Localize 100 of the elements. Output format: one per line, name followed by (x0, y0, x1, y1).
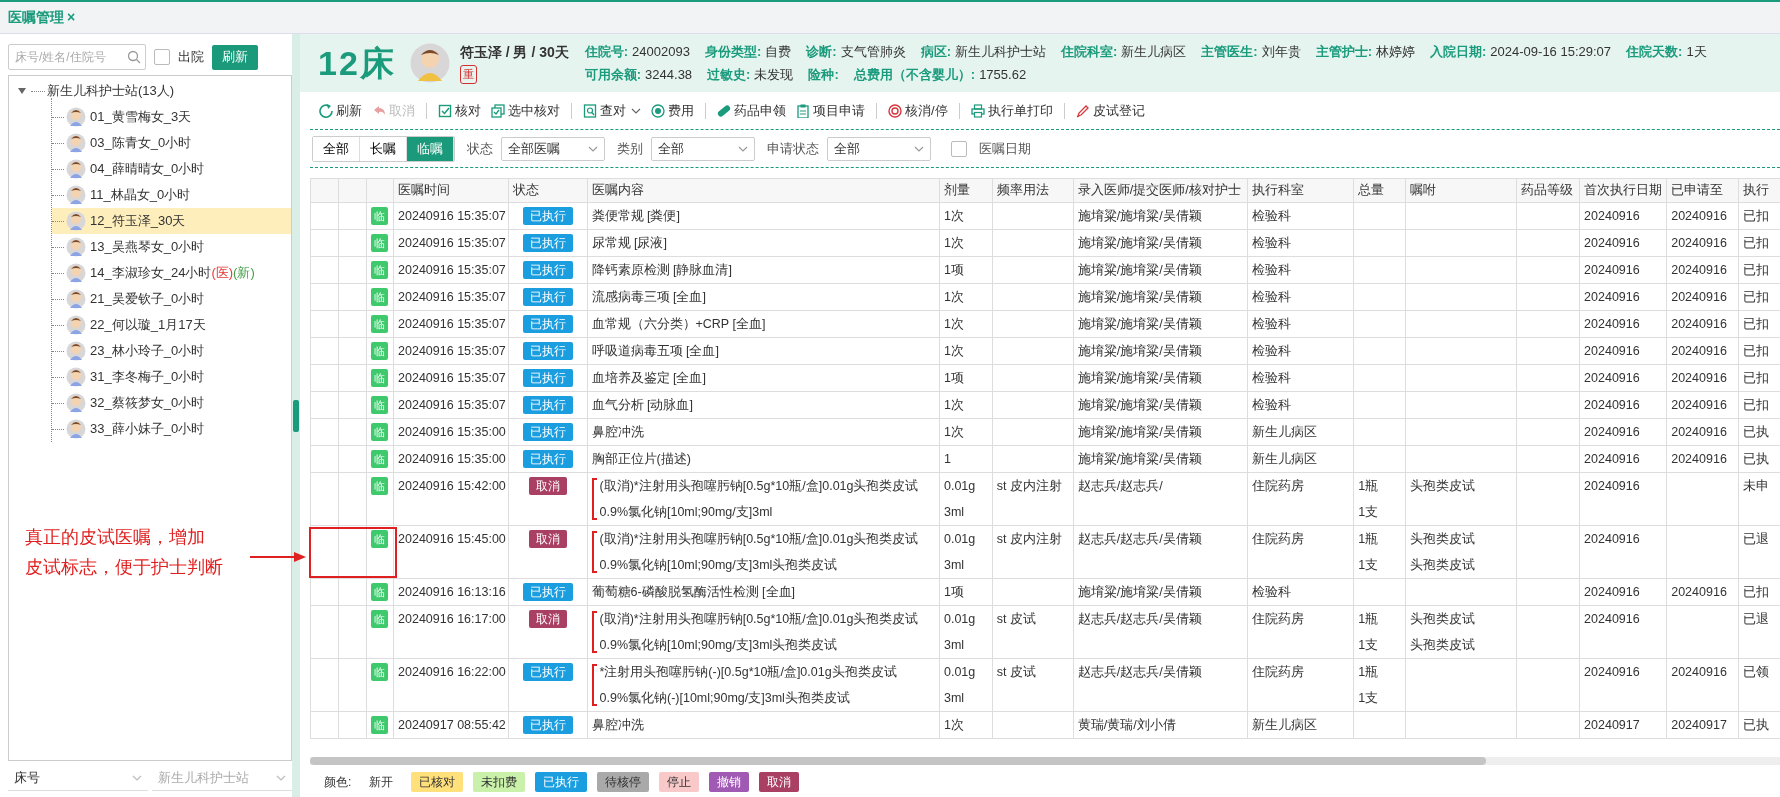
avatar-icon (409, 43, 450, 83)
filter-select[interactable]: 全部 (651, 136, 755, 161)
tree-item[interactable]: 32_蔡筱梦女_0小时 (52, 390, 291, 416)
table-cell-text: 1次 (944, 343, 965, 360)
table-cell-text: 头孢类皮试 (1409, 478, 1476, 495)
order-type-tag: 临 (370, 315, 388, 333)
toolbar-button[interactable]: 皮试登记 (1070, 100, 1150, 121)
table-cell-text: 20240916 15:35:07 (398, 235, 504, 252)
avatar-icon (66, 341, 86, 361)
toolbar-button[interactable]: 核消/停 (883, 100, 953, 121)
search-field[interactable]: 床号/姓名/住院号 (8, 44, 146, 70)
toolbar-button[interactable]: 项目申请 (791, 100, 870, 121)
filter-tab[interactable]: 临嘱 (407, 136, 454, 161)
select-field[interactable]: 床号 (8, 765, 148, 791)
filter-select[interactable]: 全部 (827, 136, 931, 161)
column-header[interactable]: 频率用法 (992, 178, 1074, 203)
table-cell-text: 已扣 (1743, 289, 1771, 306)
arrow (250, 550, 306, 563)
checkbox[interactable] (154, 49, 170, 65)
toolbar-button[interactable]: 刷新 (314, 100, 367, 121)
toolbar-button[interactable]: 选中核对 (486, 100, 565, 121)
table-cell-text: 20240916 (1671, 584, 1728, 601)
column-header[interactable]: 状态 (508, 178, 587, 203)
field-label: 身份类型: (704, 44, 762, 59)
toolbar-button[interactable]: 核对 (433, 100, 486, 121)
toolbar-button[interactable]: 费用 (646, 100, 699, 121)
legend-item: 已执行 (535, 772, 588, 792)
table-cell-text: 20240916 15:35:07 (398, 262, 504, 279)
table-cell-text: 0.01g (944, 611, 977, 628)
tree-item[interactable]: 23_林小玲子_0小时 (52, 338, 291, 364)
status-tag: 已执行 (522, 234, 573, 252)
tree-item[interactable]: 22_何以璇_1月17天 (52, 312, 291, 338)
order-type-tag: 临 (370, 234, 388, 252)
column-header[interactable]: 医嘱时间 (393, 178, 508, 203)
column-header[interactable]: 药品等级 (1516, 178, 1580, 203)
column-header[interactable]: 录入医师/提交医师/核对护士 (1073, 178, 1248, 203)
table-cell-text: 住院药房 (1251, 478, 1305, 495)
table-cell-text: 20240916 (1584, 370, 1641, 387)
tree-item[interactable]: 12_符玉泽_30天 (52, 208, 291, 234)
table-cell-text: 3ml (944, 557, 966, 574)
status-tag: 已执行 (522, 261, 573, 279)
tree-item[interactable]: 13_吴燕琴女_0小时 (52, 234, 291, 260)
field-value: 新生儿科护士站 (954, 44, 1046, 59)
column-header[interactable]: 剂量 (939, 178, 993, 203)
table-cell-text: 检验科 (1251, 208, 1292, 225)
table-cell-text: 20240916 (1584, 343, 1641, 360)
table-cell-text: 检验科 (1251, 262, 1292, 279)
splitter-handle[interactable] (293, 399, 299, 432)
table-cell-text: 20240916 15:35:07 (398, 208, 504, 225)
status-tag: 已执行 (522, 396, 573, 414)
tree-item[interactable]: 31_李冬梅子_0小时 (52, 364, 291, 390)
filter-tab[interactable]: 全部 (313, 136, 360, 161)
checkbox[interactable] (951, 140, 967, 157)
tree-item[interactable]: 04_薛晴晴女_0小时 (52, 156, 291, 182)
tree-item[interactable]: 01_黄雪梅女_3天 (52, 104, 291, 130)
order-type-tag: 临 (370, 583, 388, 601)
avatar-icon (66, 393, 86, 413)
toolbar-button[interactable]: 执行单打印 (965, 100, 1058, 121)
tree-item[interactable]: 14_李淑珍女_24小时(医)(新) (52, 260, 291, 286)
legend-item: 停止 (659, 772, 700, 792)
tree-item[interactable]: 03_陈青女_0小时 (52, 130, 291, 156)
table-cell-text: 检验科 (1251, 235, 1292, 252)
column-header[interactable]: 首次执行日期 (1579, 178, 1667, 203)
order-text: 粪便常规 [粪便] (591, 208, 680, 225)
horizontal-scrollbar[interactable] (310, 757, 1780, 765)
patient-tag: (医) (211, 263, 234, 283)
column-header[interactable]: 执行 (1738, 178, 1780, 203)
table-cell-text: 20240916 (1584, 664, 1641, 681)
table-cell-text: 1项 (944, 262, 965, 279)
avatar-icon (66, 211, 86, 231)
tree-node-label[interactable]: 新生儿科护士站(13人) (47, 81, 175, 101)
table-cell-text: 20240916 (1584, 584, 1641, 601)
order-text: 呼吸道病毒五项 [全血] (591, 343, 719, 360)
column-header[interactable]: 医嘱内容 (587, 178, 940, 203)
column-header[interactable]: 嘱咐 (1405, 178, 1517, 203)
table-cell-text: st 皮试 (996, 664, 1037, 681)
table-cell-text: 20240916 (1671, 208, 1728, 225)
field-label: 主管医生: (1201, 44, 1258, 59)
order-text: 血常规（六分类）+CRP [全血] (591, 316, 766, 333)
field-value: 1755.62 (979, 66, 1027, 82)
collapse-icon[interactable] (17, 87, 27, 95)
toolbar-button[interactable]: 查对 (578, 100, 646, 121)
table-cell-text: 1瓶 (1358, 531, 1380, 548)
table-cell-text: 施堉粱/施堉粱/吴倩颖 (1077, 289, 1203, 306)
column-header[interactable]: 已申请至 (1666, 178, 1739, 203)
order-type-tag: 临 (370, 663, 388, 681)
column-header[interactable]: 执行科室 (1247, 178, 1354, 203)
order-text: *注射用头孢噻肟钠(-)[0.5g*10瓶/盒]0.01g头孢类皮试 (599, 664, 897, 681)
refresh-button[interactable]: 刷新 (212, 44, 258, 70)
filter-label: 申请状态 (767, 139, 819, 158)
tree-item[interactable]: 11_林晶女_0小时 (52, 182, 291, 208)
table-cell-text: 检验科 (1251, 584, 1292, 601)
filter-select[interactable]: 全部医嘱 (501, 136, 605, 161)
table-cell-text: 新生儿病区 (1251, 717, 1318, 734)
field-value: 自费 (765, 44, 792, 59)
tree-item[interactable]: 21_吴爱钦子_0小时 (52, 286, 291, 312)
toolbar-button[interactable]: 药品申领 (712, 100, 791, 121)
table-cell-text: 20240916 (1671, 343, 1728, 360)
column-header[interactable]: 总量 (1353, 178, 1406, 203)
tree-item[interactable]: 33_薛小妹子_0小时 (52, 416, 291, 442)
